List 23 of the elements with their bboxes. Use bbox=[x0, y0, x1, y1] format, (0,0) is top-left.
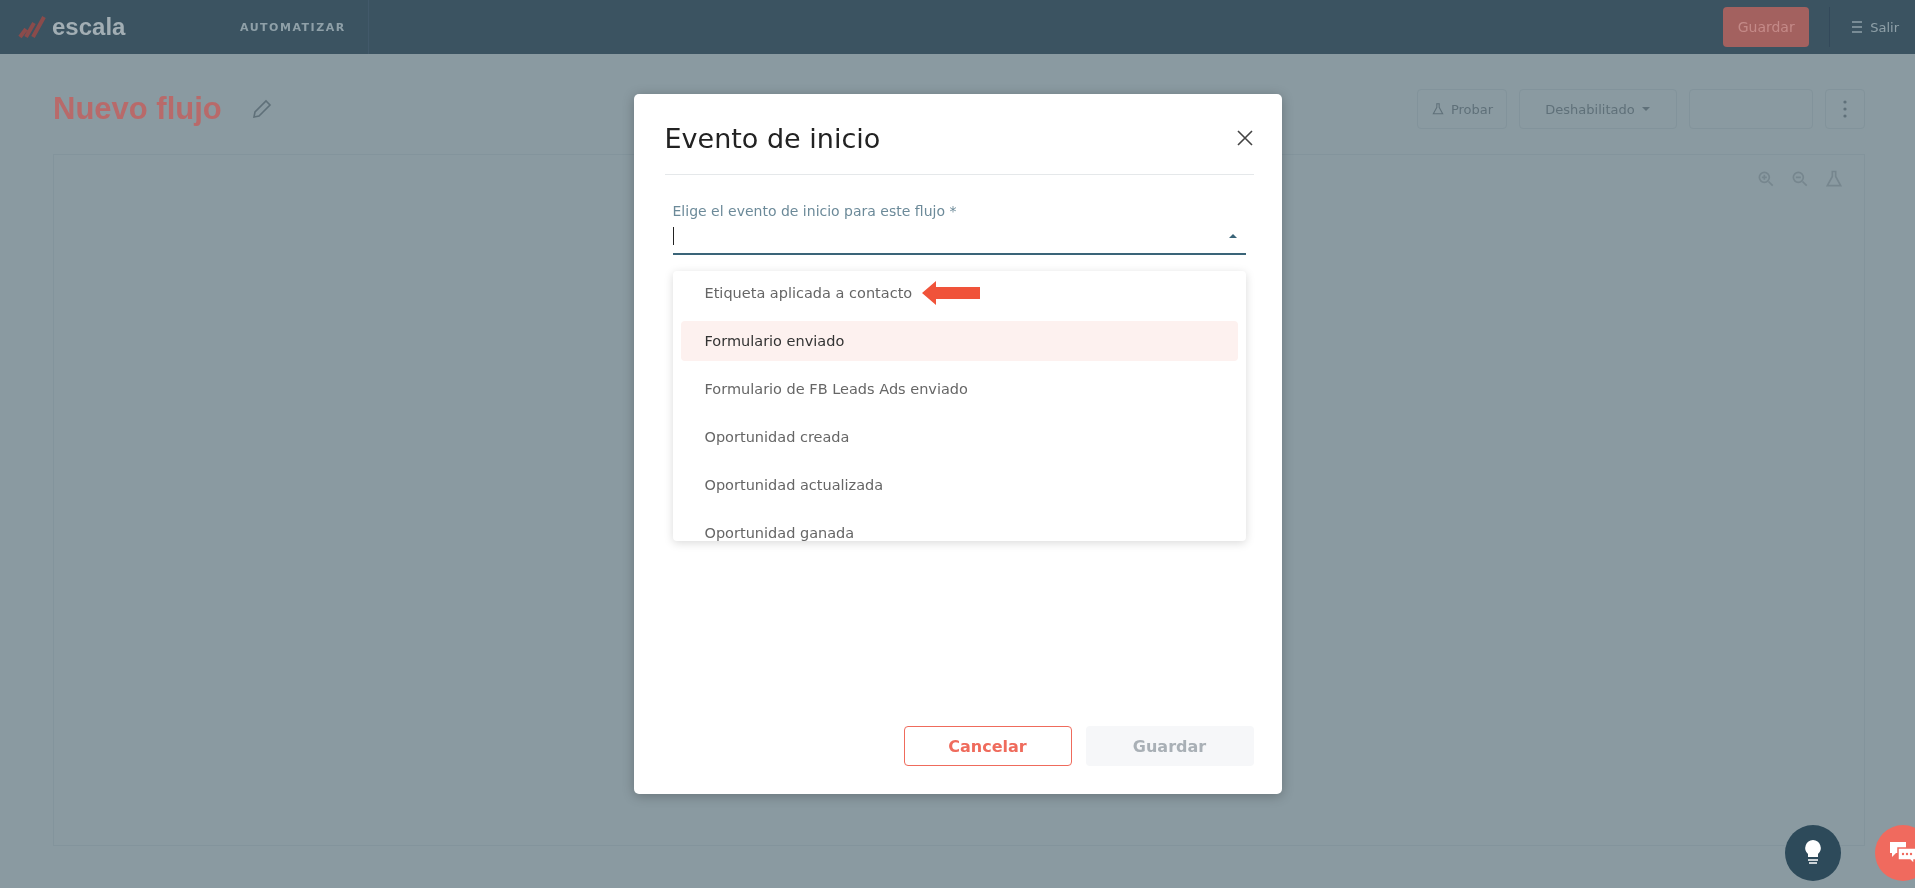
close-button[interactable] bbox=[1235, 129, 1254, 147]
option-item[interactable]: Formulario de FB Leads Ads enviado bbox=[680, 369, 1238, 409]
chevron-down-icon bbox=[1640, 104, 1651, 114]
option-item[interactable]: Oportunidad ganada bbox=[680, 513, 1238, 541]
option-item[interactable]: Oportunidad creada bbox=[680, 417, 1238, 457]
option-item[interactable]: Formulario enviado bbox=[680, 321, 1238, 361]
cancel-button[interactable]: Cancelar bbox=[903, 726, 1072, 766]
dialog-title: Evento de inicio bbox=[664, 122, 881, 154]
flask-icon bbox=[1430, 101, 1445, 117]
menu-icon bbox=[1850, 19, 1865, 35]
close-icon bbox=[1235, 129, 1254, 147]
arrow-left-icon bbox=[922, 281, 981, 305]
option-item[interactable]: Etiqueta aplicada a contacto bbox=[680, 273, 1238, 313]
field-label: Elige el evento de inicio para este flujo * bbox=[672, 203, 958, 219]
chat-button[interactable] bbox=[1875, 825, 1915, 881]
logo-bars-icon bbox=[18, 15, 48, 39]
nav-link[interactable]: AUTOMATIZAR bbox=[228, 0, 369, 54]
lightbulb-icon bbox=[1802, 839, 1824, 867]
option-item[interactable]: Oportunidad actualizada bbox=[680, 465, 1238, 505]
logo-text: escala bbox=[52, 13, 126, 41]
tips-button[interactable] bbox=[1785, 825, 1841, 881]
logout-link[interactable]: Salir bbox=[1850, 19, 1899, 35]
kebab-icon bbox=[1843, 100, 1847, 118]
